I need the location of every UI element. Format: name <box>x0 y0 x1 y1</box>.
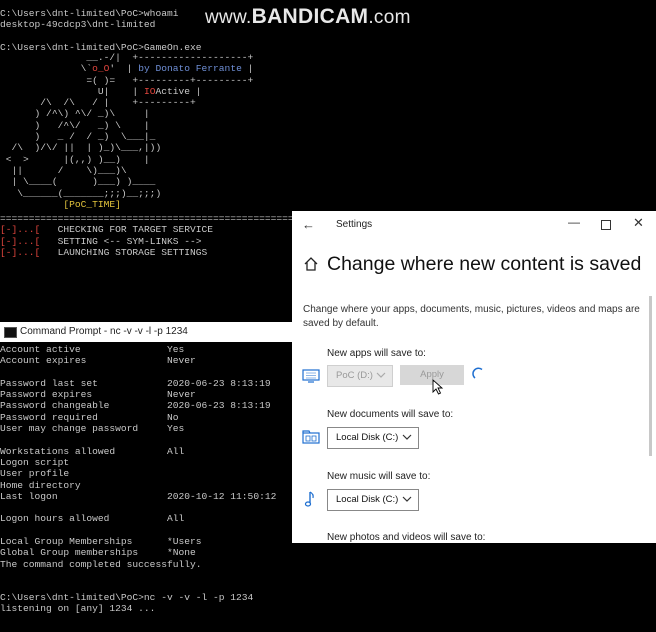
back-arrow-icon[interactable]: ← <box>302 217 315 232</box>
page-title: Change where new content is saved <box>327 253 642 275</box>
cmd-title: Command Prompt - nc -v -v -l -p 1234 <box>20 326 188 337</box>
apps-drive-value: PoC (D:) <box>336 370 373 381</box>
documents-drive-dropdown[interactable]: Local Disk (C:) <box>327 427 419 449</box>
settings-window[interactable]: ← Settings — ✕ Change where new content … <box>292 211 656 543</box>
music-drive-dropdown[interactable]: Local Disk (C:) <box>327 489 419 511</box>
documents-drive-value: Local Disk (C:) <box>336 432 399 443</box>
documents-save-label: New documents will save to: <box>327 409 454 420</box>
music-drive-value: Local Disk (C:) <box>336 494 399 505</box>
step-text: SETTING <-- SYM-LINKS --> <box>40 235 202 247</box>
step-text: CHECKING FOR TARGET SERVICE <box>40 224 214 236</box>
ascii-segment: ' | <box>109 63 139 75</box>
maximize-button[interactable] <box>601 220 611 230</box>
page-description: Change where your apps, documents, music… <box>303 304 640 329</box>
ascii-segment: Active | /\ /\ / | +---------+ ) /^\) ^\… <box>5 85 202 199</box>
ascii-poc-time: [PoC_TIME] <box>63 198 121 210</box>
settings-titlebar[interactable]: ← Settings — ✕ <box>292 211 656 239</box>
ascii-author: by Donato Ferrante <box>138 63 242 75</box>
step-text: LAUNCHING STORAGE SETTINGS <box>40 246 208 258</box>
loading-spinner-icon <box>472 367 483 379</box>
ascii-eyes: o_O <box>92 63 110 75</box>
watermark: www.BANDICAM.com <box>205 5 411 29</box>
watermark-prefix: www. <box>205 7 252 28</box>
terminal-output-top: C:\Users\dnt-limited\PoC>whoami desktop-… <box>0 8 202 53</box>
minimize-button[interactable]: — <box>568 215 580 229</box>
step-mark: [-]...[ <box>0 235 41 247</box>
home-icon <box>304 257 318 271</box>
separator: ========================================… <box>0 213 311 224</box>
music-save-label: New music will save to: <box>327 471 431 482</box>
cmd-icon <box>4 327 17 338</box>
step-mark: [-]...[ <box>0 224 41 236</box>
mouse-cursor-icon <box>432 379 444 395</box>
apps-save-label: New apps will save to: <box>327 348 426 359</box>
apps-drive-dropdown[interactable]: PoC (D:) <box>327 365 393 387</box>
step-mark: [-]...[ <box>0 246 41 258</box>
monitor-icon <box>302 369 320 383</box>
ascii-art-banner: __.-/| +-------------------+ \`o_O' | by… <box>0 52 254 210</box>
chevron-down-icon <box>376 372 386 378</box>
close-button[interactable]: ✕ <box>633 215 644 231</box>
watermark-suffix: .com <box>368 7 411 28</box>
documents-icon <box>302 430 320 444</box>
net-user-output: Account active Yes Account expires Never… <box>0 344 277 570</box>
cmd-window[interactable]: Command Prompt - nc -v -v -l -p 1234 Acc… <box>0 322 292 632</box>
ascii-io: IO <box>143 85 156 97</box>
chevron-down-icon <box>402 496 412 502</box>
watermark-brand: BANDICAM <box>251 5 369 28</box>
window-title: Settings <box>336 219 373 230</box>
status-block: ========================================… <box>0 213 311 258</box>
cmd-titlebar[interactable]: Command Prompt - nc -v -v -l -p 1234 <box>0 322 292 342</box>
photos-save-label: New photos and videos will save to: <box>327 532 486 543</box>
chevron-down-icon <box>402 434 412 440</box>
nc-output: C:\Users\dnt-limited\PoC>nc -v -v -l -p … <box>0 592 254 615</box>
scrollbar[interactable] <box>649 296 652 456</box>
music-note-icon <box>304 491 314 507</box>
